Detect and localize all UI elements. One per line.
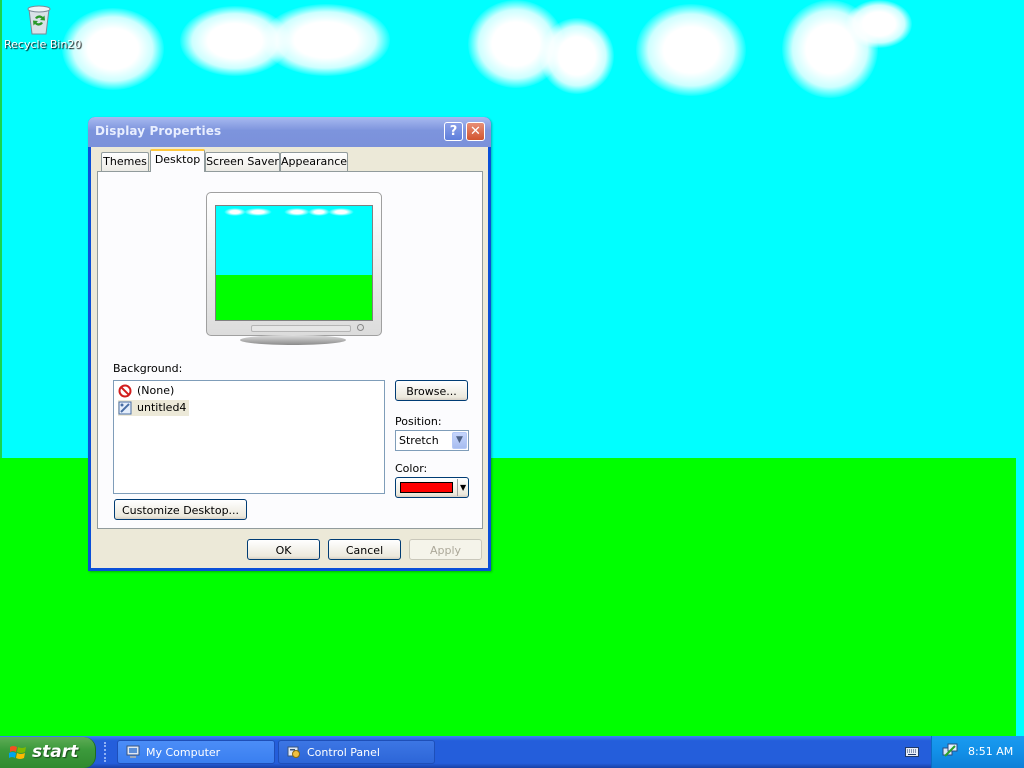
monitor-control-strip (251, 325, 351, 332)
dialog-title-bar[interactable]: Display Properties ? ✕ (88, 117, 491, 147)
my-computer-icon (126, 745, 140, 758)
help-icon: ? (449, 124, 458, 139)
tab-screen-saver[interactable]: Screen Saver (205, 152, 280, 171)
taskbar-button-my-computer[interactable]: My Computer (117, 740, 275, 764)
cloud (846, 0, 912, 48)
close-icon: ✕ (470, 124, 481, 139)
cloud (540, 18, 614, 94)
start-button[interactable]: start (0, 737, 96, 768)
cancel-button[interactable]: Cancel (328, 539, 401, 560)
browse-button[interactable]: Browse... (395, 380, 468, 401)
monitor-preview-screen (215, 205, 373, 321)
display-properties-dialog: Display Properties ? ✕ Themes Desktop Sc… (88, 117, 491, 571)
tab-label: Desktop (154, 153, 201, 166)
color-swatch (400, 482, 453, 493)
control-panel-icon (287, 746, 300, 758)
chevron-down-icon: ▼ (460, 483, 467, 492)
tab-label: Screen Saver (206, 155, 279, 168)
preview-cloud (244, 208, 272, 216)
clock[interactable]: 8:51 AM (968, 745, 1013, 758)
recycle-bin-label: Recycle Bin20 (4, 38, 82, 51)
tab-label: Themes (103, 155, 147, 168)
taskbar-button-label: Control Panel (307, 746, 380, 759)
background-listbox[interactable]: (None) untitled4 (113, 380, 385, 494)
power-led-icon (357, 324, 364, 331)
tab-themes[interactable]: Themes (101, 152, 149, 171)
help-button[interactable]: ? (444, 122, 463, 141)
position-select[interactable]: Stretch ▼ (395, 430, 469, 451)
taskbar-button-label: My Computer (146, 746, 221, 759)
cloud (636, 4, 746, 96)
recycle-bin-icon (27, 5, 51, 35)
keyboard-layout-icon[interactable] (905, 747, 919, 757)
system-tray: 8:51 AM (931, 736, 1024, 768)
quick-launch-grip[interactable] (104, 742, 110, 762)
color-picker-button[interactable]: ▼ (395, 477, 469, 498)
position-value: Stretch (399, 434, 439, 447)
none-icon (118, 384, 132, 398)
color-label: Color: (395, 462, 428, 475)
dialog-client-area: Themes Desktop Screen Saver Appearance B… (91, 147, 488, 568)
tab-appearance[interactable]: Appearance (280, 152, 348, 171)
preview-grass (216, 275, 372, 320)
preview-sky (216, 206, 372, 275)
monitor-preview (206, 192, 382, 336)
close-button[interactable]: ✕ (466, 122, 485, 141)
tab-desktop[interactable]: Desktop (150, 149, 205, 172)
network-icon[interactable] (942, 743, 958, 759)
background-label: Background: (113, 362, 183, 375)
preview-cloud (328, 208, 354, 216)
taskbar: start My Computer Control Panel 8:51 AM (0, 736, 1024, 768)
position-label: Position: (395, 415, 442, 428)
chevron-down-icon[interactable]: ▼ (452, 432, 467, 449)
taskbar-button-control-panel[interactable]: Control Panel (278, 740, 435, 764)
desktop-tab-panel: Background: (None) untitled4 Browse... P… (97, 171, 483, 529)
windows-logo-icon (9, 746, 26, 759)
dropdown-arrow-icon (457, 479, 458, 496)
preview-cloud (284, 208, 310, 216)
list-item[interactable]: untitled4 (118, 400, 190, 416)
list-item-label: (None) (137, 384, 175, 397)
preview-cloud (224, 208, 246, 216)
dialog-title: Display Properties (95, 124, 222, 138)
recycle-bin-shortcut[interactable]: Recycle Bin20 (4, 2, 82, 51)
image-file-icon (118, 401, 132, 415)
ok-button[interactable]: OK (247, 539, 320, 560)
preview-cloud (308, 208, 330, 216)
start-label: start (32, 742, 79, 762)
customize-desktop-button[interactable]: Customize Desktop... (114, 499, 247, 520)
list-item-label: untitled4 (137, 401, 187, 414)
apply-button[interactable]: Apply (409, 539, 482, 560)
monitor-stand (240, 335, 346, 345)
cloud (262, 4, 390, 76)
list-item[interactable]: (None) (118, 383, 174, 399)
tab-label: Appearance (281, 155, 348, 168)
desktop-background-edge (1016, 458, 1024, 736)
